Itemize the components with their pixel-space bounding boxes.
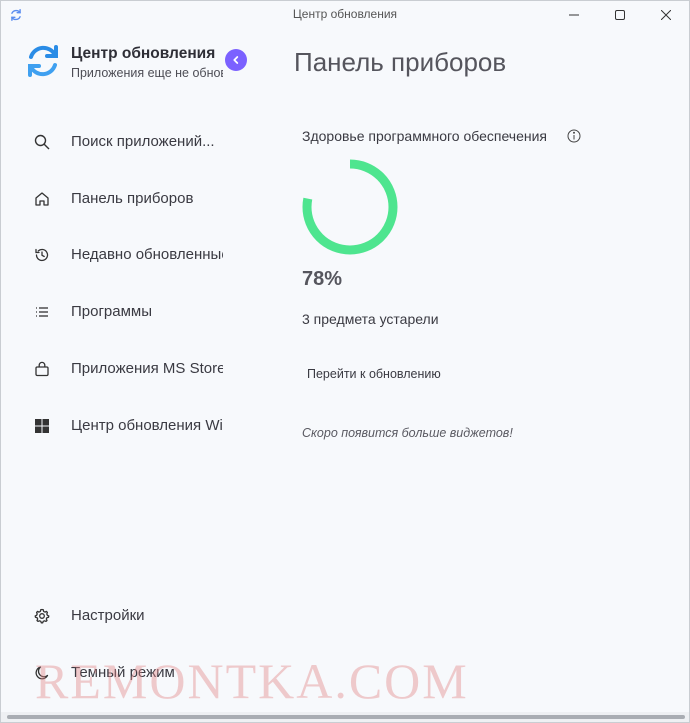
- title-bar: Центр обновления: [1, 1, 689, 29]
- page-title: Панель приборов: [294, 47, 507, 77]
- more-widgets-note: Скоро появится больше виджетов!: [302, 426, 513, 440]
- info-icon[interactable]: [567, 129, 581, 143]
- gear-icon: [34, 608, 50, 624]
- list-icon: [36, 307, 48, 317]
- windows-icon: [35, 419, 49, 433]
- minimize-icon: [569, 14, 579, 16]
- sidebar-item-label: Приложения MS Store: [71, 360, 223, 377]
- health-percent: 78%: [302, 268, 343, 290]
- watermark: REMONTKA.COM: [35, 653, 469, 709]
- bag-icon: [35, 361, 49, 377]
- sidebar-item-label: Настройки: [71, 607, 145, 624]
- horizontal-scrollbar[interactable]: [1, 712, 689, 722]
- sidebar-item-dashboard[interactable]: Панель приборов: [1, 179, 223, 219]
- app-name: Центр обновления: [71, 45, 216, 62]
- main-content: Панель приборов Здоровье программного об…: [223, 29, 689, 712]
- sidebar-item-windows-update[interactable]: Центр обновления Windows: [1, 406, 223, 446]
- maximize-button[interactable]: [597, 1, 643, 29]
- app-logo-icon: [28, 45, 58, 77]
- search-icon: [34, 134, 50, 150]
- outdated-count: 3 предмета устарели: [302, 311, 439, 327]
- minimize-button[interactable]: [551, 1, 597, 29]
- close-button[interactable]: [643, 1, 689, 29]
- history-icon: [35, 248, 49, 262]
- sidebar-item-recent[interactable]: Недавно обновленные: [1, 235, 223, 275]
- sidebar-item-ms-store[interactable]: Приложения MS Store: [1, 349, 223, 389]
- sidebar-item-label: Программы: [71, 303, 153, 320]
- health-widget-title: Здоровье программного обеспечения: [302, 128, 548, 144]
- sidebar-item-label: Центр обновления Windows: [71, 417, 223, 434]
- scrollbar-thumb[interactable]: [7, 715, 685, 719]
- health-gauge-arc: [302, 159, 398, 255]
- chevron-left-icon: [233, 56, 239, 64]
- sidebar-item-programs[interactable]: Программы: [1, 292, 223, 332]
- app-window: Центр обновления Центр обновления Прилож…: [0, 0, 690, 723]
- sidebar-item-label: Поиск приложений...: [71, 133, 215, 150]
- home-icon: [35, 192, 49, 206]
- collapse-sidebar-button[interactable]: [225, 49, 247, 71]
- maximize-icon: [615, 10, 625, 20]
- close-icon: [661, 10, 671, 20]
- health-gauge: [302, 159, 398, 255]
- sidebar-item-settings[interactable]: Настройки: [1, 596, 223, 636]
- go-to-update-button[interactable]: Перейти к обновлению: [300, 363, 448, 385]
- sidebar-item-search[interactable]: Поиск приложений...: [1, 122, 223, 162]
- sidebar: Центр обновления Приложения еще не обнов…: [1, 29, 223, 712]
- sidebar-item-label: Панель приборов: [71, 190, 194, 207]
- sidebar-item-label: Недавно обновленные: [71, 246, 223, 263]
- app-status: Приложения еще не обновлены!: [71, 66, 223, 80]
